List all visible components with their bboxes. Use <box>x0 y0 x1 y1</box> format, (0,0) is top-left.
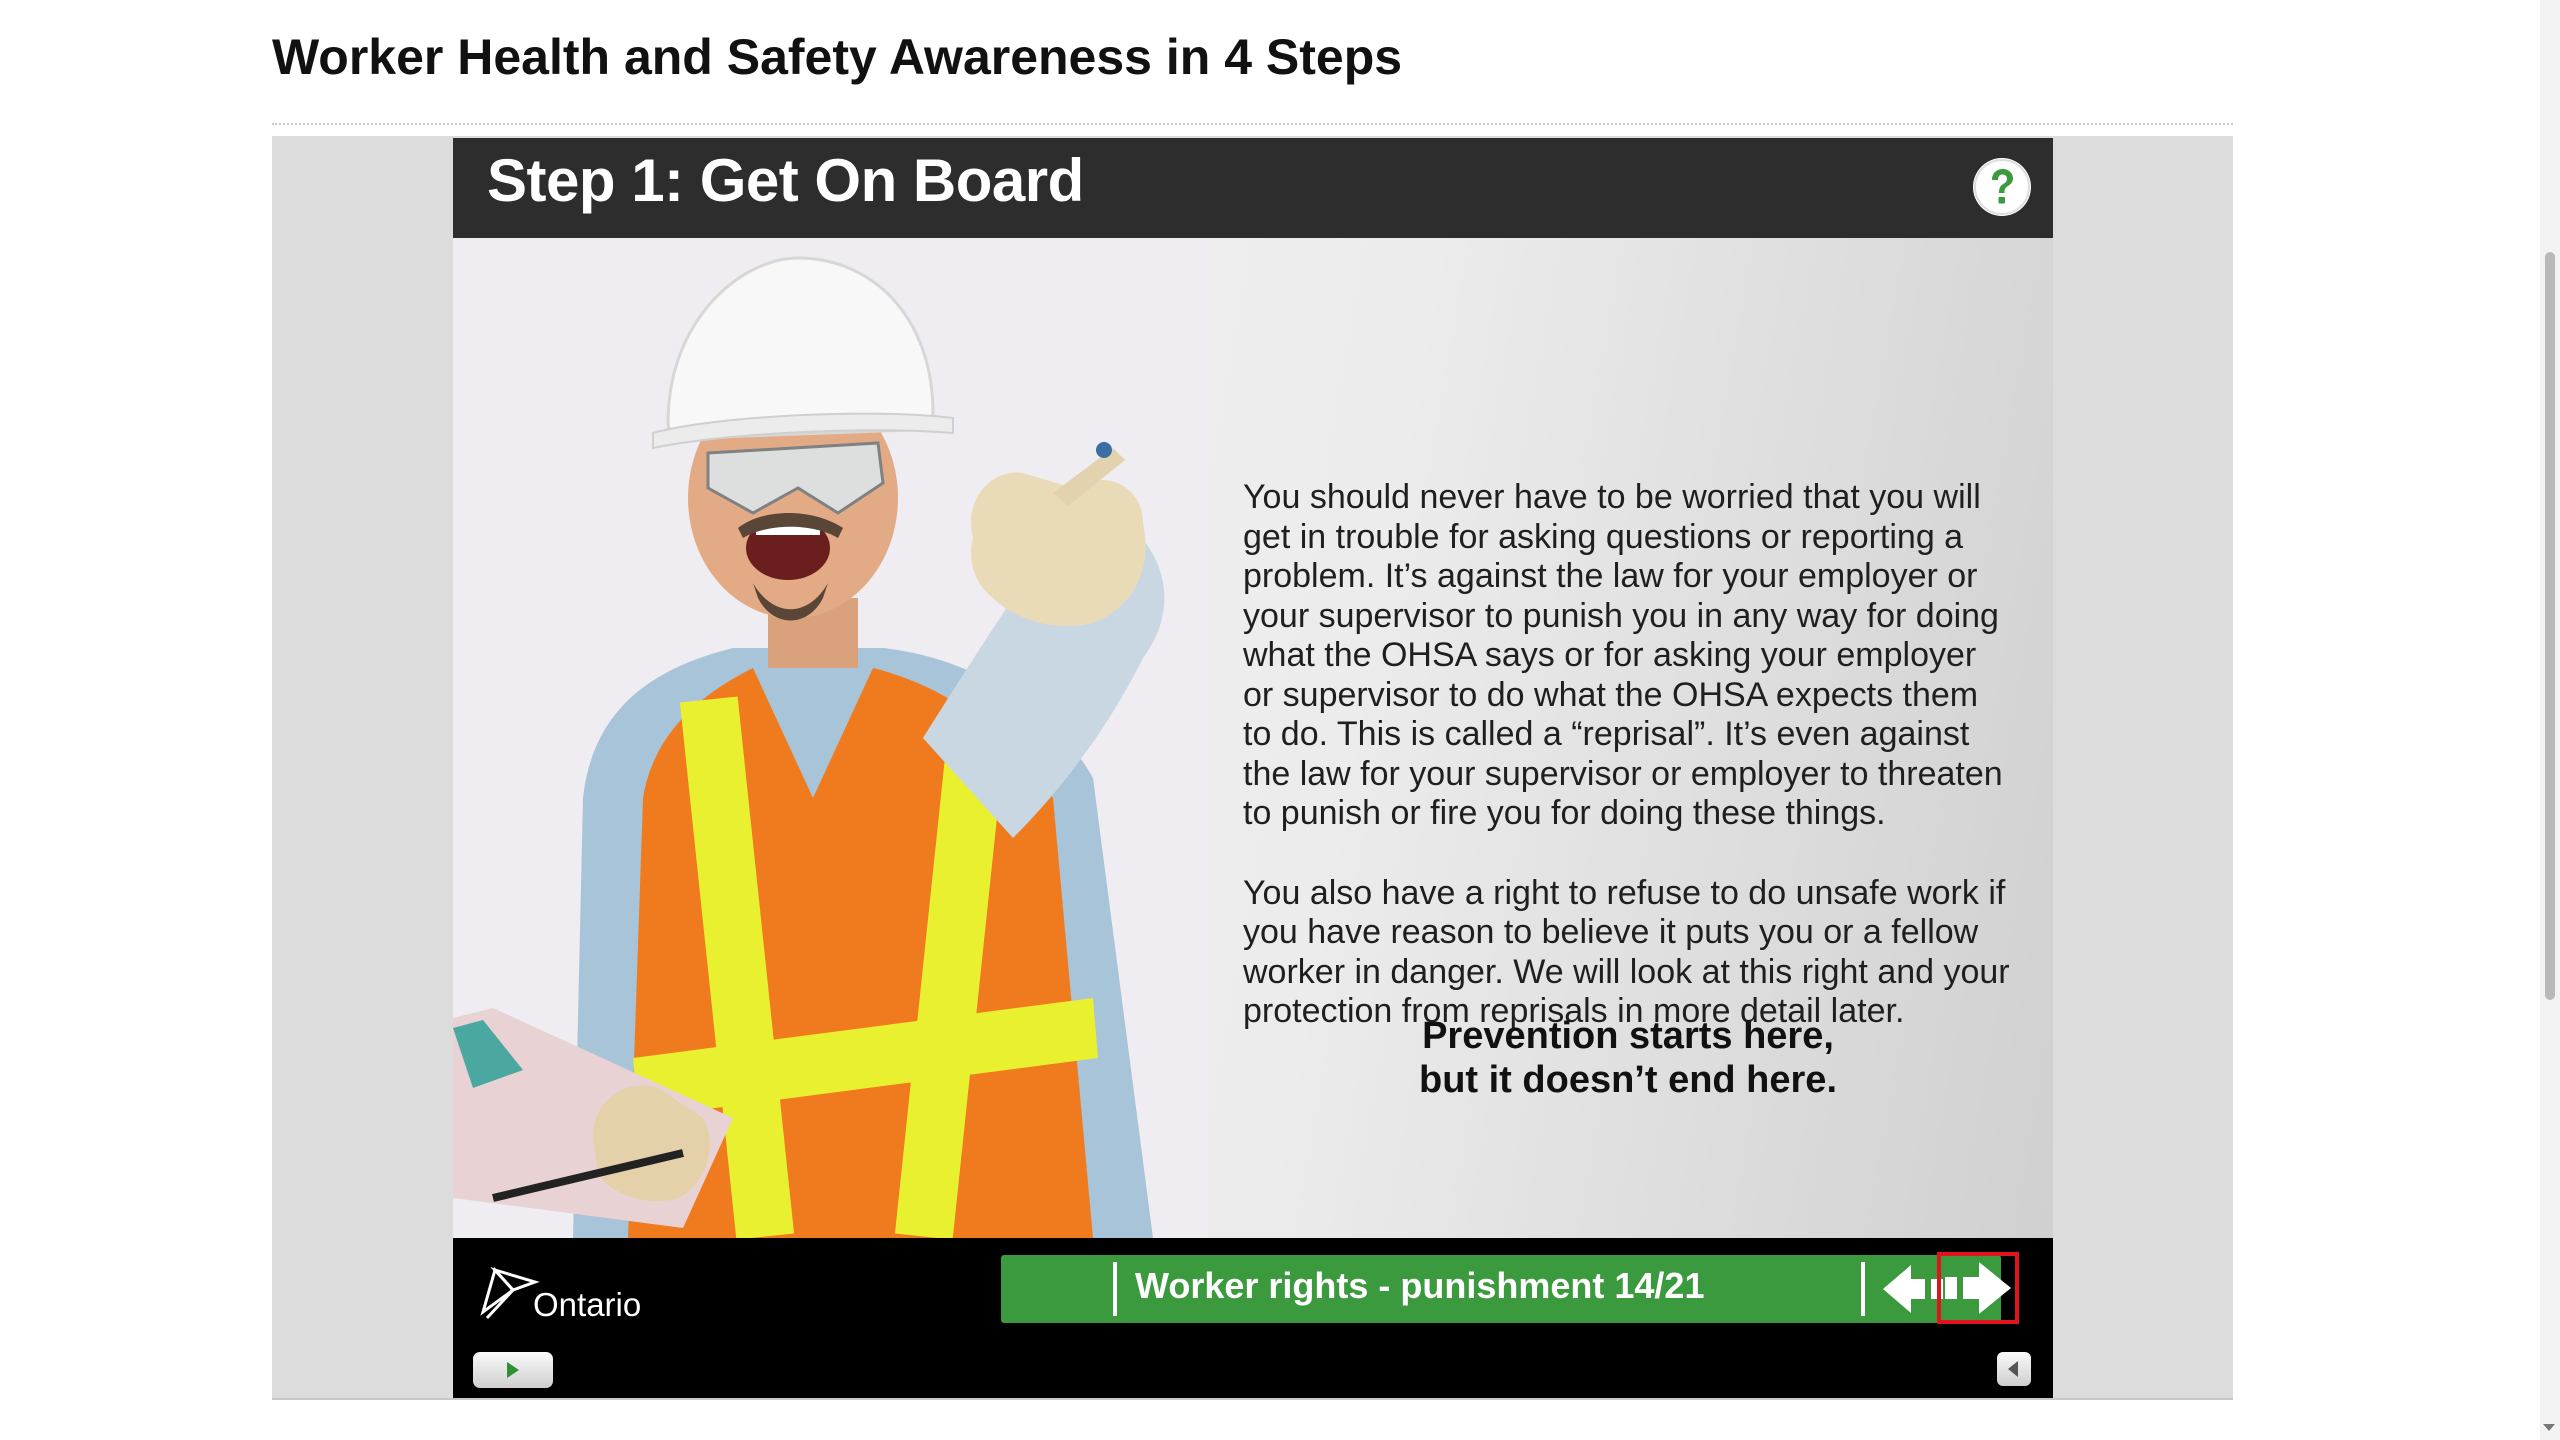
play-button[interactable] <box>473 1352 553 1388</box>
title-divider <box>272 123 2233 125</box>
slide-title: Step 1: Get On Board <box>487 147 1084 214</box>
nav-divider <box>1113 1262 1117 1316</box>
page-title: Worker Health and Safety Awareness in 4 … <box>272 29 1403 85</box>
next-arrow-icon <box>1945 1262 2011 1314</box>
mute-button[interactable] <box>1997 1352 2031 1386</box>
nav-divider <box>1861 1262 1865 1316</box>
speaker-icon <box>2008 1361 2018 1377</box>
slide-paragraph-2: You also have a right to refuse to do un… <box>1243 873 2010 1031</box>
tagline-line-1: Prevention starts here, <box>1422 1015 1834 1057</box>
next-slide-button[interactable] <box>1937 1252 2019 1324</box>
worker-photo <box>453 238 1208 1238</box>
slide-status: Worker rights - punishment 14/21 <box>1135 1265 1705 1306</box>
help-button[interactable] <box>1973 158 2031 216</box>
slide-header: Step 1: Get On Board <box>453 138 2053 238</box>
play-icon <box>507 1362 519 1378</box>
scrollbar-thumb[interactable] <box>2545 252 2555 1000</box>
slide-body-text: You should never have to be worried that… <box>1243 478 2013 1072</box>
navigation-bar: Worker rights - punishment 14/21 <box>1001 1252 2019 1324</box>
slide-paragraph-1: You should never have to be worried that… <box>1243 478 2003 832</box>
slide: Step 1: Get On Board You should never ha… <box>453 138 2053 1398</box>
slide-tagline: Prevention starts here, but it doesn’t e… <box>1243 1014 2013 1102</box>
tagline-line-2: but it doesn’t end here. <box>1418 1059 1838 1101</box>
worker-illustration <box>453 238 1208 1238</box>
scroll-down-arrow-icon[interactable] <box>2543 1424 2555 1431</box>
question-mark-icon <box>1974 159 2030 215</box>
frame-bottom-divider <box>272 1398 2233 1400</box>
slide-footer: Ontario Worker rights - punishment 14/21 <box>453 1238 2053 1398</box>
slide-content: You should never have to be worried that… <box>453 238 2053 1238</box>
ontario-logo-text: Ontario <box>533 1286 642 1323</box>
